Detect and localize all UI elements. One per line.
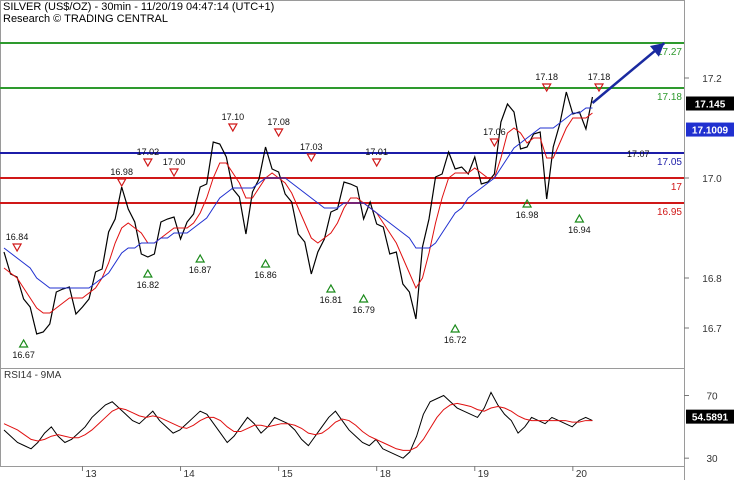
low-label: 16.72 xyxy=(444,335,467,345)
low-label: 16.67 xyxy=(12,350,35,360)
level-label: 17 xyxy=(671,182,683,193)
chart-source: Research © TRADING CENTRAL xyxy=(3,13,168,25)
high-label: 17.18 xyxy=(588,72,611,82)
level-label: 17.18 xyxy=(657,92,682,103)
low-marker xyxy=(195,253,206,263)
rsi-tick-label: 30 xyxy=(706,454,718,465)
x-tick-label: 18 xyxy=(380,469,392,480)
high-label: 17.02 xyxy=(137,147,160,157)
low-label: 16.87 xyxy=(189,265,212,275)
high-marker xyxy=(168,168,180,178)
y-tick-label: 16.7 xyxy=(702,324,722,335)
low-label: 16.98 xyxy=(516,210,539,220)
low-label: 16.79 xyxy=(352,305,375,315)
chart-title: SILVER (US$/OZ) - 30min - 11/20/19 04:47… xyxy=(3,1,275,13)
price-panel-frame xyxy=(0,0,685,369)
rsi-title: RSI14 - 9MA xyxy=(4,370,62,381)
x-axis: 13 14 15 18 19 20 xyxy=(81,466,588,480)
high-marker xyxy=(142,158,153,168)
level-label: 16.95 xyxy=(657,207,682,218)
high-marker xyxy=(12,243,23,253)
current-price-badge: 17.145 xyxy=(695,100,726,111)
low-marker xyxy=(18,338,29,348)
rsi-line xyxy=(3,391,593,459)
y-tick-label: 17.2 xyxy=(702,74,722,85)
y-tick-label: 17.0 xyxy=(702,174,722,185)
low-marker xyxy=(450,323,461,333)
x-tick-label: 13 xyxy=(85,469,97,480)
chart-canvas: 16.716.817.017.217.2717.1817.051716.9516… xyxy=(0,0,734,480)
x-tick-label: 14 xyxy=(184,469,196,480)
low-marker xyxy=(325,283,336,293)
high-label: 16.98 xyxy=(110,167,133,177)
rsi-value-badge: 54.5891 xyxy=(692,413,729,424)
high-label: 17.10 xyxy=(222,112,245,122)
level-annotation: 17.07 xyxy=(627,149,650,159)
low-label: 16.82 xyxy=(137,280,160,290)
price-panel: 16.716.817.017.217.2717.1817.051716.9516… xyxy=(0,0,734,480)
high-label: 17.06 xyxy=(483,127,506,137)
high-marker xyxy=(273,128,284,138)
low-label: 16.94 xyxy=(568,225,591,235)
rsi-panel-frame xyxy=(0,368,685,467)
low-label: 16.86 xyxy=(254,270,277,280)
ma-value-badge: 17.1009 xyxy=(692,126,729,137)
high-label: 17.03 xyxy=(300,142,323,152)
high-label: 17.00 xyxy=(163,157,186,167)
y-tick-label: 16.8 xyxy=(702,274,722,285)
low-marker xyxy=(142,268,153,278)
x-tick-label: 15 xyxy=(282,469,294,480)
rsi-panel: RSI14 - 9MA 30 70 54.5891 xyxy=(0,368,734,467)
low-marker xyxy=(358,293,369,303)
level-label: 17.05 xyxy=(657,157,682,168)
high-marker xyxy=(227,123,238,133)
high-marker xyxy=(306,153,317,163)
high-marker xyxy=(116,178,127,188)
rsi-ma-line xyxy=(3,402,593,451)
rsi-tick-label: 70 xyxy=(706,392,718,403)
high-marker xyxy=(489,138,500,148)
low-marker xyxy=(574,213,585,223)
low-marker xyxy=(260,258,271,268)
x-tick-label: 20 xyxy=(576,469,588,480)
high-label: 16.84 xyxy=(6,232,29,242)
high-label: 17.18 xyxy=(535,72,558,82)
low-label: 16.81 xyxy=(320,295,343,305)
x-tick-label: 19 xyxy=(478,469,490,480)
high-label: 17.08 xyxy=(267,117,290,127)
high-label: 17.01 xyxy=(365,147,388,157)
high-marker xyxy=(371,158,382,168)
